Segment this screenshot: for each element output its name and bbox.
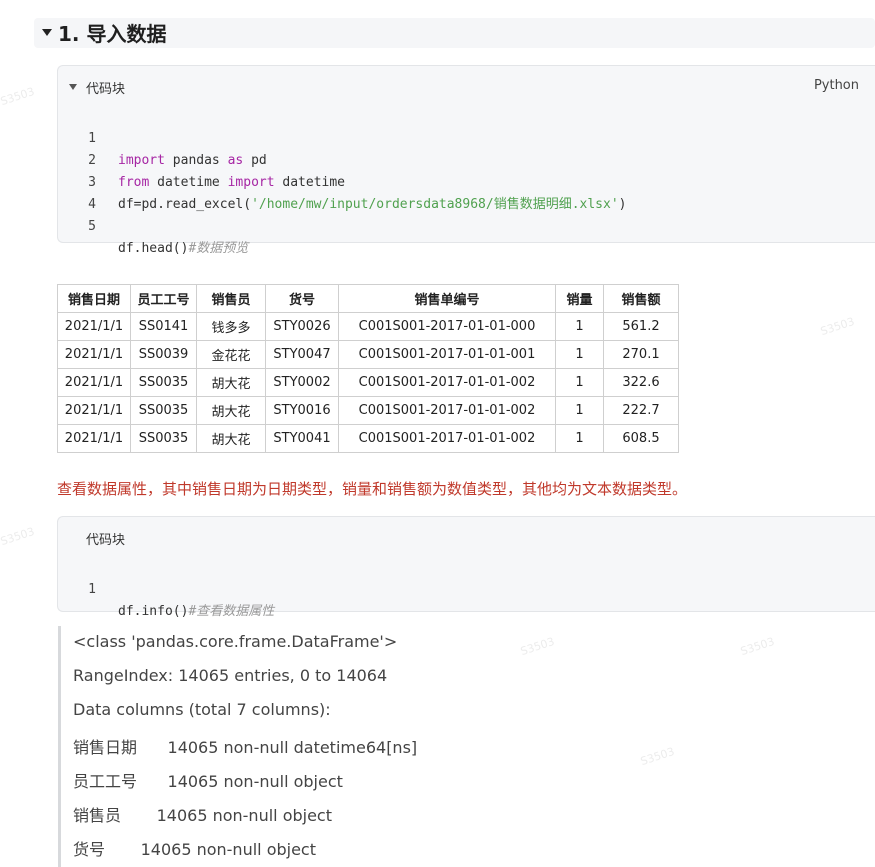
table-cell: 钱多多 bbox=[196, 312, 266, 341]
table-cell: 胡大花 bbox=[196, 396, 266, 425]
table-cell: C001S001-2017-01-01-001 bbox=[338, 340, 556, 369]
description-note: 查看数据属性，其中销售日期为日期类型，销量和销售额为数值类型，其他均为文本数据类… bbox=[57, 480, 688, 498]
table-row: 2021/1/1 SS0035 胡大花 STY0041 C001S001-201… bbox=[57, 424, 679, 453]
code-line: 2 from datetime import datetime bbox=[58, 128, 345, 190]
table-cell: 1 bbox=[555, 312, 604, 341]
output-line: Data columns (total 7 columns): bbox=[73, 700, 331, 719]
table-cell: 270.1 bbox=[603, 340, 679, 369]
output-line: 员工工号 14065 non-null object bbox=[73, 772, 343, 791]
code-text: df.head()#数据预览 bbox=[118, 241, 249, 256]
table-cell: 2021/1/1 bbox=[57, 424, 131, 453]
code-line: 1 import pandas as pd bbox=[58, 106, 267, 168]
collapse-caret-icon[interactable] bbox=[42, 29, 52, 36]
table-cell: 2021/1/1 bbox=[57, 340, 131, 369]
code-lines: 1 df.info()#查看数据属性 bbox=[58, 557, 274, 619]
table-cell: 2021/1/1 bbox=[57, 312, 131, 341]
watermark: S3503 bbox=[0, 84, 37, 109]
table-cell: 胡大花 bbox=[196, 368, 266, 397]
table-cell: SS0039 bbox=[130, 340, 197, 369]
table-cell: SS0035 bbox=[130, 424, 197, 453]
table-cell: 1 bbox=[555, 340, 604, 369]
code-block-title: 代码块 bbox=[86, 533, 126, 548]
code-block-title: 代码块 bbox=[86, 82, 126, 97]
code-lines: 1 import pandas as pd 2 from datetime im… bbox=[58, 106, 626, 256]
code-text: from datetime import datetime bbox=[118, 175, 346, 190]
table-cell: SS0035 bbox=[130, 368, 197, 397]
table-cell: SS0035 bbox=[130, 396, 197, 425]
table-cell: 561.2 bbox=[603, 312, 679, 341]
table-header-row: 销售日期 员工工号 销售员 货号 销售单编号 销量 销售额 bbox=[57, 284, 679, 313]
code-text: df.info()#查看数据属性 bbox=[118, 604, 275, 619]
code-block[interactable]: 代码块 Python 1 import pandas as pd 2 from … bbox=[57, 65, 875, 256]
table-row: 2021/1/1 SS0141 钱多多 STY0026 C001S001-201… bbox=[57, 312, 679, 341]
table-cell: STY0016 bbox=[265, 396, 339, 425]
code-line: 4 bbox=[58, 172, 105, 212]
table-row: 2021/1/1 SS0039 金花花 STY0047 C001S001-201… bbox=[57, 340, 679, 369]
section-title: 1. 导入数据 bbox=[58, 22, 167, 46]
table-cell: 222.7 bbox=[603, 396, 679, 425]
table-cell: 胡大花 bbox=[196, 424, 266, 453]
table-cell: 1 bbox=[555, 424, 604, 453]
table-row: 2021/1/1 SS0035 胡大花 STY0002 C001S001-201… bbox=[57, 368, 679, 397]
table-cell: 2021/1/1 bbox=[57, 368, 131, 397]
table-cell: 1 bbox=[555, 396, 604, 425]
output-line: 货号 14065 non-null object bbox=[73, 840, 316, 859]
table-cell: 2021/1/1 bbox=[57, 396, 131, 425]
code-text: import pandas as pd bbox=[118, 153, 267, 168]
watermark: S3503 bbox=[0, 524, 37, 549]
table-cell: STY0041 bbox=[265, 424, 339, 453]
dataframe-table: 销售日期 员工工号 销售员 货号 销售单编号 销量 销售额 2021/1/1 S… bbox=[57, 284, 679, 453]
output-line: <class 'pandas.core.frame.DataFrame'> bbox=[73, 632, 398, 651]
table-cell: STY0002 bbox=[265, 368, 339, 397]
column-header: 销售额 bbox=[603, 284, 679, 313]
table-cell: C001S001-2017-01-01-002 bbox=[338, 396, 556, 425]
table-cell: 1 bbox=[555, 368, 604, 397]
table-cell: STY0026 bbox=[265, 312, 339, 341]
table-cell: 322.6 bbox=[603, 368, 679, 397]
output-line: RangeIndex: 14065 entries, 0 to 14064 bbox=[73, 666, 388, 685]
code-text: df=pd.read_excel('/home/mw/input/ordersd… bbox=[118, 197, 627, 212]
column-header: 销售日期 bbox=[57, 284, 131, 313]
table-cell: STY0047 bbox=[265, 340, 339, 369]
table-cell: 金花花 bbox=[196, 340, 266, 369]
code-line: 3 df=pd.read_excel('/home/mw/input/order… bbox=[58, 150, 626, 212]
code-language-label: Python bbox=[813, 78, 859, 93]
table-cell: SS0141 bbox=[130, 312, 197, 341]
code-block[interactable]: 代码块 1 df.info()#查看数据属性 bbox=[57, 516, 875, 619]
column-header: 货号 bbox=[265, 284, 339, 313]
code-line: 1 df.info()#查看数据属性 bbox=[58, 557, 274, 619]
line-number: 5 bbox=[88, 219, 96, 234]
watermark: S3503 bbox=[818, 314, 857, 339]
column-header: 销售员 bbox=[196, 284, 266, 313]
code-line: 5 df.head()#数据预览 bbox=[58, 194, 248, 256]
column-header: 员工工号 bbox=[130, 284, 197, 313]
cell-output: <class 'pandas.core.frame.DataFrame'> Ra… bbox=[58, 626, 861, 867]
output-line: 销售员 14065 non-null object bbox=[73, 806, 332, 825]
output-line: 销售日期 14065 non-null datetime64[ns] bbox=[73, 738, 418, 757]
table-cell: C001S001-2017-01-01-002 bbox=[338, 424, 556, 453]
table-cell: C001S001-2017-01-01-000 bbox=[338, 312, 556, 341]
column-header: 销售单编号 bbox=[338, 284, 556, 313]
column-header: 销量 bbox=[555, 284, 604, 313]
table-cell: 608.5 bbox=[603, 424, 679, 453]
line-number: 1 bbox=[88, 582, 96, 597]
table-cell: C001S001-2017-01-01-002 bbox=[338, 368, 556, 397]
collapse-caret-icon[interactable] bbox=[69, 84, 77, 90]
table-row: 2021/1/1 SS0035 胡大花 STY0016 C001S001-201… bbox=[57, 396, 679, 425]
